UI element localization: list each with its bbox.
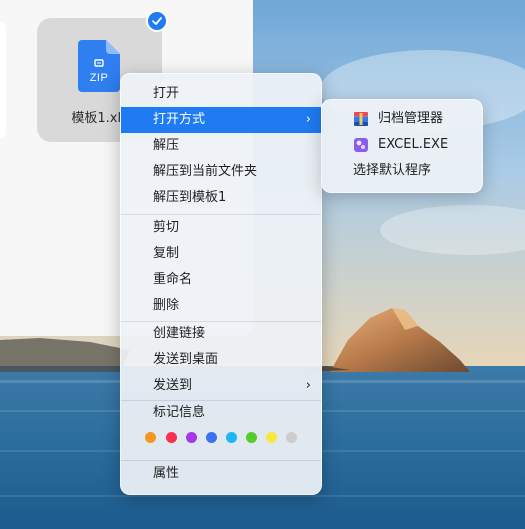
- menu-item-label: 发送到: [153, 378, 193, 393]
- menu-item-properties[interactable]: 属性: [121, 461, 321, 487]
- tag-color-yellow[interactable]: [266, 432, 277, 443]
- menu-item-label: 创建链接: [153, 326, 206, 341]
- menu-item-send-to-desktop[interactable]: 发送到桌面: [121, 347, 321, 373]
- file-icon-label: ZIP: [89, 72, 109, 84]
- menu-item-delete[interactable]: 删除: [121, 293, 321, 319]
- menu-item-label: 打开: [153, 86, 180, 101]
- menu-item-create-link[interactable]: 创建链接: [121, 321, 321, 347]
- tag-color-blue[interactable]: [206, 432, 217, 443]
- zip-file-icon: [78, 40, 120, 92]
- menu-item-extract-here[interactable]: 解压到当前文件夹: [121, 159, 321, 185]
- tag-color-green[interactable]: [246, 432, 257, 443]
- submenu-item-label: 归档管理器: [378, 111, 444, 126]
- menu-item-label: 删除: [153, 298, 180, 313]
- partial-file-tile[interactable]: [0, 22, 6, 138]
- archive-manager-icon: [354, 112, 368, 126]
- submenu-item-choose-default[interactable]: 选择默认程序: [322, 158, 482, 184]
- menu-item-rename[interactable]: 重命名: [121, 267, 321, 293]
- menu-item-label: 解压: [153, 138, 180, 153]
- open-with-submenu: 归档管理器 EXCEL.EXE 选择默认程序: [321, 99, 483, 193]
- menu-item-label: 发送到桌面: [153, 352, 219, 367]
- menu-item-cut[interactable]: 剪切: [121, 215, 321, 241]
- menu-item-label: 复制: [153, 246, 180, 261]
- menu-item-send-to[interactable]: 发送到 ›: [121, 373, 321, 399]
- tag-color-red[interactable]: [166, 432, 177, 443]
- menu-item-copy[interactable]: 复制: [121, 241, 321, 267]
- menu-item-label: 剪切: [153, 220, 180, 235]
- chevron-right-icon: ›: [305, 378, 311, 393]
- tag-color-purple[interactable]: [186, 432, 197, 443]
- menu-item-extract[interactable]: 解压: [121, 133, 321, 159]
- menu-item-label: 标记信息: [153, 405, 206, 420]
- menu-item-label: 解压到模板1: [153, 190, 227, 205]
- wine-app-icon: [354, 138, 368, 152]
- chevron-right-icon: ›: [305, 112, 311, 127]
- submenu-item-label: EXCEL.EXE: [378, 137, 449, 152]
- submenu-item-label: 选择默认程序: [353, 163, 432, 178]
- submenu-item-excel[interactable]: EXCEL.EXE: [322, 132, 482, 158]
- tag-color-gray[interactable]: [286, 432, 297, 443]
- menu-item-extract-to-folder[interactable]: 解压到模板1: [121, 185, 321, 211]
- menu-item-label: 属性: [153, 466, 180, 481]
- menu-item-label: 重命名: [153, 272, 193, 287]
- menu-item-open-with[interactable]: 打开方式 ›: [121, 107, 321, 133]
- tag-color-cyan[interactable]: [226, 432, 237, 443]
- menu-item-open[interactable]: 打开: [121, 81, 321, 107]
- menu-item-tag-info: 标记信息: [121, 400, 321, 426]
- tag-color-orange[interactable]: [145, 432, 156, 443]
- selected-check-icon: [146, 10, 168, 32]
- menu-item-label: 打开方式: [153, 112, 206, 127]
- submenu-item-archive-manager[interactable]: 归档管理器: [322, 106, 482, 132]
- menu-item-label: 解压到当前文件夹: [153, 164, 258, 179]
